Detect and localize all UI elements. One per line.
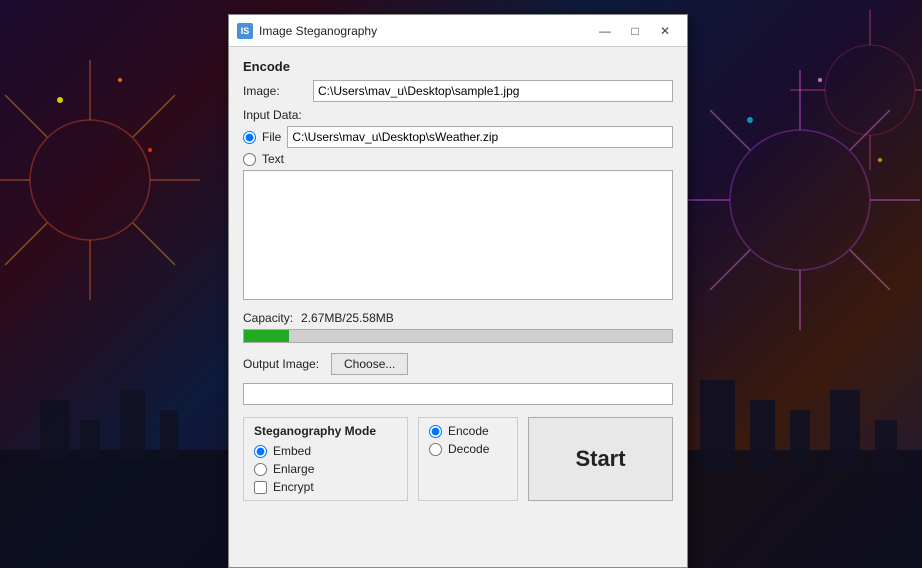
window-title: Image Steganography: [259, 24, 591, 38]
output-path-input[interactable]: [243, 383, 673, 405]
embed-radio-label[interactable]: Embed: [273, 444, 311, 458]
bottom-section: Steganography Mode Embed Enlarge Encrypt: [243, 417, 673, 501]
enlarge-radio-label[interactable]: Enlarge: [273, 462, 314, 476]
capacity-row: Capacity: 2.67MB/25.58MB: [243, 311, 673, 325]
encode-radio-row: Encode: [429, 424, 507, 438]
file-radio[interactable]: [243, 131, 256, 144]
decode-radio-label[interactable]: Decode: [448, 442, 489, 456]
capacity-label: Capacity:: [243, 311, 293, 325]
encode-radio[interactable]: [429, 425, 442, 438]
output-image-row: Output Image: Choose...: [243, 353, 673, 375]
image-field-row: Image:: [243, 80, 673, 102]
app-icon: IS: [237, 23, 253, 39]
maximize-button[interactable]: □: [621, 21, 649, 41]
text-radio[interactable]: [243, 153, 256, 166]
window-content: Encode Image: Input Data: File Text Capa…: [229, 47, 687, 513]
image-label: Image:: [243, 84, 313, 98]
file-radio-label[interactable]: File: [262, 130, 281, 144]
close-button[interactable]: ✕: [651, 21, 679, 41]
decode-radio-row: Decode: [429, 442, 507, 456]
file-radio-row: File: [243, 126, 673, 148]
encode-section-label: Encode: [243, 59, 673, 74]
minimize-button[interactable]: —: [591, 21, 619, 41]
embed-radio-row: Embed: [254, 444, 397, 458]
choose-button[interactable]: Choose...: [331, 353, 408, 375]
start-button[interactable]: Start: [528, 417, 673, 501]
capacity-progress-bar: [243, 329, 673, 343]
steg-mode-title: Steganography Mode: [254, 424, 397, 438]
titlebar: IS Image Steganography — □ ✕: [229, 15, 687, 47]
decode-radio[interactable]: [429, 443, 442, 456]
capacity-progress-fill: [244, 330, 289, 342]
text-input-area[interactable]: [243, 170, 673, 300]
steganography-mode-box: Steganography Mode Embed Enlarge Encrypt: [243, 417, 408, 501]
enlarge-radio-row: Enlarge: [254, 462, 397, 476]
embed-radio[interactable]: [254, 445, 267, 458]
file-path-input[interactable]: [287, 126, 673, 148]
text-radio-label[interactable]: Text: [262, 152, 284, 166]
text-radio-row: Text: [243, 152, 673, 166]
capacity-value: 2.67MB/25.58MB: [301, 311, 394, 325]
main-window: IS Image Steganography — □ ✕ Encode Imag…: [228, 14, 688, 568]
encrypt-label[interactable]: Encrypt: [273, 480, 314, 494]
output-image-label: Output Image:: [243, 357, 323, 371]
encode-radio-label[interactable]: Encode: [448, 424, 489, 438]
encrypt-checkbox[interactable]: [254, 481, 267, 494]
image-input[interactable]: [313, 80, 673, 102]
encrypt-checkbox-row: Encrypt: [254, 480, 397, 494]
encode-decode-box: Encode Decode: [418, 417, 518, 501]
window-controls: — □ ✕: [591, 21, 679, 41]
enlarge-radio[interactable]: [254, 463, 267, 476]
input-data-label: Input Data:: [243, 108, 673, 122]
